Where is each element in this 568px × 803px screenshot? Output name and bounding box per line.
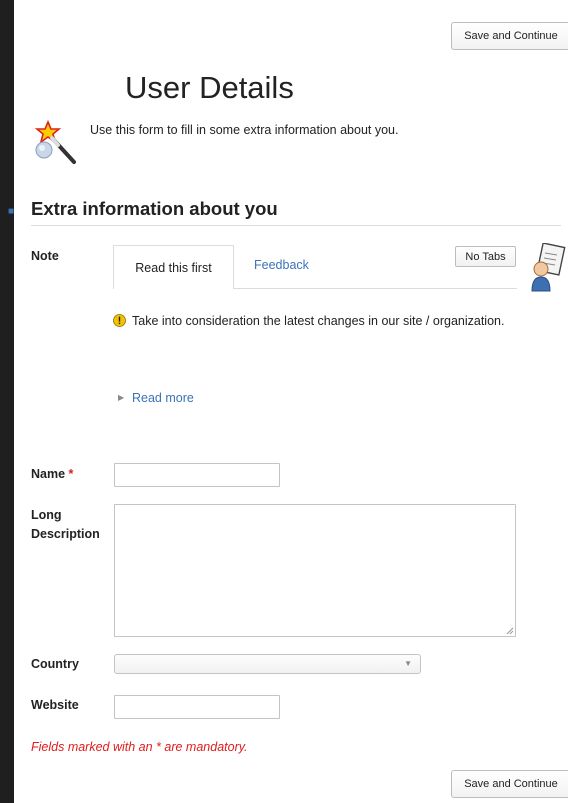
website-input[interactable]	[114, 695, 280, 719]
section-divider	[31, 225, 561, 226]
read-more-link[interactable]: Read more	[132, 391, 194, 405]
name-label: Name *	[31, 467, 74, 481]
long-description-label-line2: Description	[31, 527, 100, 541]
triangle-right-icon[interactable]: ▶	[118, 393, 124, 402]
form-page: Save and Continue User Details Use this …	[8, 0, 568, 803]
tab-feedback[interactable]: Feedback	[254, 258, 309, 272]
resize-grip-icon[interactable]	[506, 627, 514, 635]
country-select[interactable]: ▼	[114, 654, 421, 674]
intro-text: Use this form to fill in some extra info…	[90, 123, 399, 137]
required-mark: *	[68, 467, 74, 481]
section-title: Extra information about you	[31, 198, 278, 219]
long-description-label-line1: Long	[31, 508, 62, 522]
save-and-continue-button-bottom[interactable]: Save and Continue	[451, 770, 568, 798]
tab-read-this-first[interactable]: Read this first	[113, 245, 234, 289]
dropdown-arrow-icon: ▼	[404, 659, 412, 668]
long-description-textarea[interactable]	[114, 504, 516, 637]
note-label: Note	[31, 249, 59, 263]
user-document-icon	[531, 243, 566, 292]
section-anchor-icon: ■	[8, 206, 15, 217]
country-label: Country	[31, 657, 79, 671]
page-title: User Details	[125, 70, 294, 105]
name-input[interactable]	[114, 463, 280, 487]
no-tabs-button[interactable]: No Tabs	[455, 246, 516, 267]
website-label: Website	[31, 698, 79, 712]
long-description-label: Long Description	[31, 506, 100, 544]
mandatory-fields-note: Fields marked with an * are mandatory.	[31, 740, 248, 754]
left-gutter	[0, 0, 14, 803]
save-and-continue-button-top[interactable]: Save and Continue	[451, 22, 568, 50]
warning-text: Take into consideration the latest chang…	[132, 314, 505, 328]
magic-wand-icon	[34, 119, 76, 164]
